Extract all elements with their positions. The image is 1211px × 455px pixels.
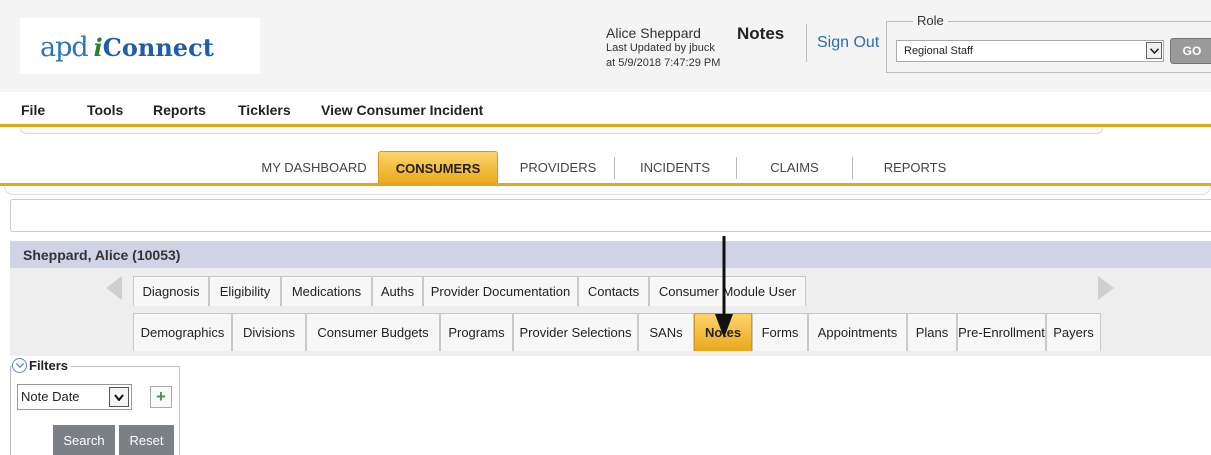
go-button[interactable]: GO <box>1170 38 1211 64</box>
menu-tools[interactable]: Tools <box>87 102 123 118</box>
subtab-diagnosis[interactable]: Diagnosis <box>133 276 209 306</box>
last-updated-by: Last Updated by jbuck <box>606 42 715 54</box>
logo-rest: Connect <box>102 33 214 62</box>
main-tabs-shadow <box>4 186 1211 195</box>
subtab-programs[interactable]: Programs <box>440 313 513 351</box>
menu-shadow <box>20 128 1103 134</box>
tab-incidents[interactable]: INCIDENTS <box>620 151 730 184</box>
subtab-provider-documentation[interactable]: Provider Documentation <box>423 276 578 306</box>
tab-consumers[interactable]: CONSUMERS <box>378 151 498 184</box>
last-updated-at: at 5/9/2018 7:47:29 PM <box>606 57 721 69</box>
subtab-demographics[interactable]: Demographics <box>133 313 232 351</box>
subtab-appointments[interactable]: Appointments <box>808 313 907 351</box>
filters-legend: Filters <box>12 358 72 373</box>
tab-separator <box>614 157 615 179</box>
subtab-auths[interactable]: Auths <box>372 276 423 306</box>
role-select[interactable]: Regional Staff <box>896 40 1164 62</box>
menu-ticklers[interactable]: Ticklers <box>238 102 291 118</box>
tab-separator <box>736 157 737 179</box>
subtab-forms[interactable]: Forms <box>752 313 808 351</box>
logo-i: i <box>93 33 103 62</box>
subtab-pre-enrollment[interactable]: Pre-Enrollment <box>957 313 1046 351</box>
header-divider <box>806 24 807 62</box>
menu-view-consumer-incident[interactable]: View Consumer Incident <box>321 102 483 118</box>
chevron-right-icon[interactable] <box>1096 276 1116 303</box>
chevron-down-icon[interactable] <box>109 387 129 407</box>
filters-label: Filters <box>29 358 69 373</box>
subtab-contacts[interactable]: Contacts <box>578 276 649 306</box>
filter-field-value: Note Date <box>21 389 80 404</box>
consumer-name: Sheppard, Alice (10053) <box>23 247 181 263</box>
subtab-divisions[interactable]: Divisions <box>232 313 306 351</box>
tab-my-dashboard[interactable]: MY DASHBOARD <box>255 151 373 184</box>
tab-claims[interactable]: CLAIMS <box>742 151 847 184</box>
user-info: Alice Sheppard Last Updated by jbuck at … <box>606 26 720 71</box>
menu-reports[interactable]: Reports <box>153 102 206 118</box>
reset-button[interactable]: Reset <box>119 425 174 455</box>
role-legend: Role <box>913 13 948 28</box>
menu-file[interactable]: File <box>21 102 45 118</box>
subtab-provider-selections[interactable]: Provider Selections <box>513 313 638 351</box>
menu-bar: File Tools Reports Ticklers View Consume… <box>0 92 1211 127</box>
role-selected-value: Regional Staff <box>904 45 973 57</box>
main-tabs: MY DASHBOARD CONSUMERS PROVIDERS INCIDEN… <box>0 151 1211 184</box>
subtab-medications[interactable]: Medications <box>281 276 372 306</box>
subtab-eligibility[interactable]: Eligibility <box>209 276 281 306</box>
content-strip <box>10 199 1211 232</box>
chevron-down-icon[interactable] <box>1146 42 1162 59</box>
page-title: Notes <box>737 24 785 43</box>
subtab-consumer-budgets[interactable]: Consumer Budgets <box>306 313 440 351</box>
subtab-payers[interactable]: Payers <box>1046 313 1101 351</box>
tab-providers[interactable]: PROVIDERS <box>505 151 611 184</box>
apd-iconnect-logo: apd i Connect <box>40 32 214 63</box>
tab-separator <box>852 157 853 179</box>
sign-out-link[interactable]: Sign Out <box>817 34 879 52</box>
chevron-left-icon[interactable] <box>104 276 124 303</box>
user-name: Alice Sheppard <box>606 25 701 41</box>
consumer-header: Sheppard, Alice (10053) <box>10 241 1211 268</box>
subtab-sans[interactable]: SANs <box>638 313 694 351</box>
tab-reports[interactable]: REPORTS <box>860 151 970 184</box>
subtab-plans[interactable]: Plans <box>907 313 957 351</box>
consumer-sub-tabs: Diagnosis Eligibility Medications Auths … <box>10 268 1211 356</box>
logo-prefix: apd <box>40 32 89 63</box>
collapse-toggle-icon[interactable] <box>12 358 27 373</box>
arrow-down-icon <box>712 236 736 343</box>
plus-icon[interactable]: + <box>150 386 172 408</box>
search-button[interactable]: Search <box>53 425 115 455</box>
